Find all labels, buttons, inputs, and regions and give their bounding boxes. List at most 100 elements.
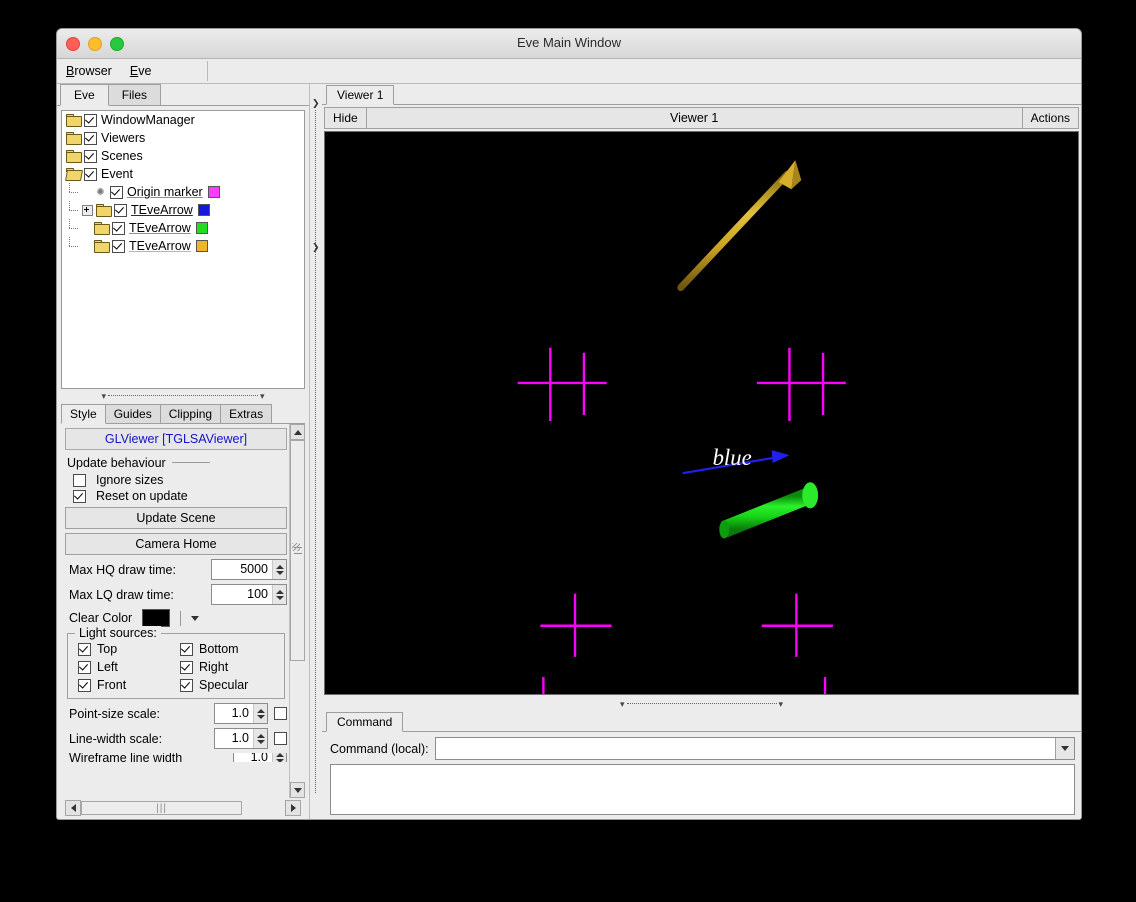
- line-width-checkbox[interactable]: [274, 732, 287, 745]
- scroll-up-button[interactable]: [290, 424, 305, 440]
- spinner-up-icon-3[interactable]: [256, 708, 265, 713]
- light-bottom-checkbox[interactable]: [180, 642, 193, 656]
- command-output-area[interactable]: [330, 764, 1075, 815]
- eve-object-tree[interactable]: WindowManager Viewers Scenes Event ✺ Origin m…: [61, 110, 305, 389]
- tree-item[interactable]: WindowManager: [62, 111, 304, 129]
- ignore-sizes-checkbox[interactable]: [73, 473, 86, 487]
- hscroll-track[interactable]: |||: [81, 801, 285, 815]
- tree-item-color-swatch[interactable]: [207, 186, 220, 198]
- point-size-stepper[interactable]: 1.0: [214, 703, 268, 724]
- point-size-checkbox[interactable]: [274, 707, 287, 720]
- spinner-down-icon-3[interactable]: [256, 714, 265, 719]
- tree-item-label[interactable]: TEveArrow: [129, 239, 191, 253]
- wireframe-stepper[interactable]: 1.0: [233, 753, 287, 762]
- line-width-value[interactable]: 1.0: [215, 729, 253, 748]
- wireframe-value[interactable]: 1.0: [234, 753, 272, 762]
- tree-item-checkbox[interactable]: [110, 185, 123, 199]
- viewer-command-splitter[interactable]: ▾ ▾: [322, 697, 1081, 711]
- tree-item-checkbox[interactable]: [112, 221, 125, 235]
- tree-item-checkbox[interactable]: [84, 113, 97, 127]
- tree-item-color-swatch[interactable]: [195, 222, 208, 234]
- spinner-down-icon-4[interactable]: [256, 739, 265, 744]
- point-size-arrows[interactable]: [253, 704, 267, 723]
- tree-item[interactable]: Viewers: [62, 129, 304, 147]
- max-hq-arrows[interactable]: [272, 560, 286, 579]
- light-source-row[interactable]: Left: [78, 660, 176, 674]
- style-tab-extras[interactable]: Extras: [220, 404, 273, 423]
- command-input[interactable]: [435, 738, 1055, 759]
- tree-item-label[interactable]: Scenes: [101, 149, 143, 163]
- light-top-checkbox[interactable]: [78, 642, 91, 656]
- tree-item-label[interactable]: Origin marker: [127, 185, 203, 199]
- command-combo[interactable]: [434, 737, 1075, 760]
- scroll-down-button[interactable]: [290, 782, 305, 798]
- tree-item-label[interactable]: TEveArrow: [129, 221, 191, 235]
- tree-item-label[interactable]: WindowManager: [101, 113, 195, 127]
- menu-browser[interactable]: Browser: [57, 61, 121, 81]
- max-lq-arrows[interactable]: [272, 585, 286, 604]
- actions-button[interactable]: Actions: [1021, 107, 1079, 129]
- max-hq-stepper[interactable]: 5000: [211, 559, 287, 580]
- style-tab-clipping[interactable]: Clipping: [159, 404, 222, 423]
- tree-item-checkbox[interactable]: [84, 167, 97, 181]
- chevron-down-icon-color[interactable]: [191, 615, 200, 621]
- tree-item-color-swatch[interactable]: [197, 204, 210, 216]
- scroll-left-button[interactable]: [65, 800, 81, 816]
- light-left-checkbox[interactable]: [78, 660, 91, 674]
- scroll-right-button[interactable]: [285, 800, 301, 816]
- light-source-row[interactable]: Specular: [180, 678, 278, 692]
- spinner-up-icon[interactable]: [275, 564, 284, 569]
- expand-icon[interactable]: [82, 204, 93, 216]
- max-hq-value[interactable]: 5000: [212, 560, 272, 579]
- style-tab-style[interactable]: Style: [61, 404, 106, 424]
- light-source-row[interactable]: Right: [180, 660, 278, 674]
- point-size-value[interactable]: 1.0: [215, 704, 253, 723]
- tree-item-label[interactable]: TEveArrow: [131, 203, 193, 217]
- chevron-right-icon[interactable]: ❯: [312, 98, 320, 109]
- tab-files[interactable]: Files: [107, 84, 162, 105]
- tree-item-label[interactable]: Event: [101, 167, 133, 181]
- tree-item[interactable]: TEveArrow: [62, 201, 304, 219]
- gl-viewport[interactable]: blue: [324, 131, 1079, 695]
- spinner-down-icon-2[interactable]: [275, 595, 284, 600]
- hide-button[interactable]: Hide: [324, 107, 367, 129]
- tree-item[interactable]: ✺ Origin marker: [62, 183, 304, 201]
- line-width-arrows[interactable]: [253, 729, 267, 748]
- line-width-stepper[interactable]: 1.0: [214, 728, 268, 749]
- tree-item[interactable]: Scenes: [62, 147, 304, 165]
- light-front-checkbox[interactable]: [78, 678, 91, 692]
- tree-item-checkbox[interactable]: [114, 203, 127, 217]
- chevron-right-icon-2[interactable]: ❯: [312, 242, 320, 253]
- tree-item-color-swatch[interactable]: [195, 240, 208, 252]
- max-lq-value[interactable]: 100: [212, 585, 272, 604]
- spinner-down-icon[interactable]: [275, 570, 284, 575]
- command-dropdown-button[interactable]: [1055, 738, 1074, 759]
- hscroll-thumb[interactable]: |||: [81, 801, 243, 815]
- light-right-checkbox[interactable]: [180, 660, 193, 674]
- tab-command[interactable]: Command: [326, 712, 404, 732]
- spinner-up-icon-5[interactable]: [275, 753, 284, 757]
- spinner-up-icon-2[interactable]: [275, 589, 284, 594]
- style-horizontal-scrollbar[interactable]: |||: [65, 800, 301, 816]
- menu-eve[interactable]: Eve: [121, 61, 161, 81]
- tab-viewer-1[interactable]: Viewer 1: [326, 85, 395, 105]
- tab-eve[interactable]: Eve: [60, 84, 109, 106]
- clear-color-swatch[interactable]: [142, 609, 171, 627]
- ignore-sizes-row[interactable]: Ignore sizes: [73, 473, 287, 487]
- camera-home-button[interactable]: Camera Home: [65, 533, 287, 555]
- tree-item-checkbox[interactable]: [84, 131, 97, 145]
- vertical-splitter[interactable]: ❯ ❯: [310, 84, 322, 819]
- reset-on-update-row[interactable]: Reset on update: [73, 489, 287, 503]
- tree-item[interactable]: Event: [62, 165, 304, 183]
- scroll-track[interactable]: [290, 440, 305, 782]
- light-specular-checkbox[interactable]: [180, 678, 193, 692]
- light-source-row[interactable]: Bottom: [180, 642, 278, 656]
- scroll-thumb[interactable]: [290, 440, 305, 661]
- light-source-row[interactable]: Front: [78, 678, 176, 692]
- reset-on-update-checkbox[interactable]: [73, 489, 86, 503]
- horizontal-splitter[interactable]: ▾ ▾: [57, 389, 309, 403]
- update-scene-button[interactable]: Update Scene: [65, 507, 287, 529]
- tree-item[interactable]: TEveArrow: [62, 237, 304, 255]
- light-source-row[interactable]: Top: [78, 642, 176, 656]
- tree-item-checkbox[interactable]: [112, 239, 125, 253]
